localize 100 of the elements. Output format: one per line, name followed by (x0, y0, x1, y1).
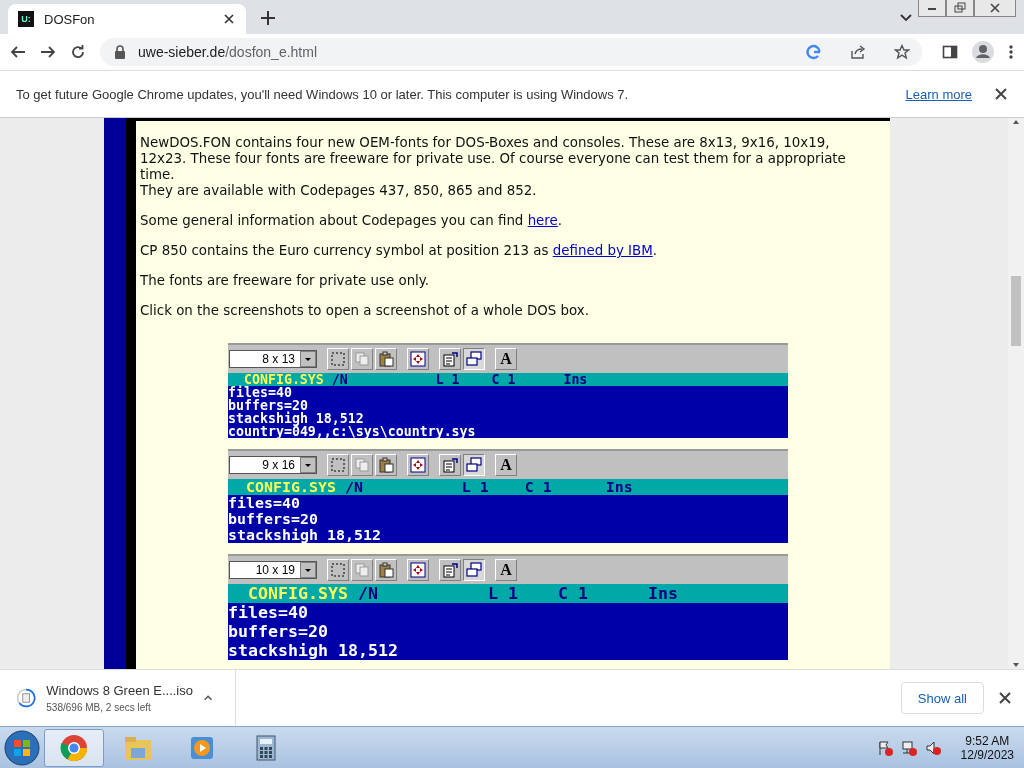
dropdown-arrow-icon (304, 356, 312, 362)
restore-button[interactable] (946, 0, 974, 17)
properties-icon (442, 562, 458, 578)
paste-button[interactable] (375, 348, 397, 370)
background-button[interactable] (463, 348, 485, 370)
windows-stack-icon (466, 351, 482, 367)
download-progress-icon (16, 686, 37, 710)
clipboard-icon (378, 457, 394, 473)
config-line: files=40 (228, 495, 301, 511)
config-line: files=40 (228, 603, 309, 622)
scrollbar-thumb[interactable] (1011, 276, 1021, 346)
close-icon[interactable] (998, 691, 1012, 705)
config-line: stackshigh 18,512 (228, 641, 399, 660)
four-arrows-icon (410, 351, 426, 367)
background-button[interactable] (463, 559, 485, 581)
paragraph: Click on the screenshots to open a screenshot of a whole DOS box. (140, 303, 591, 319)
font-button[interactable]: A (495, 559, 517, 581)
paragraph: NewDOS.FON contains four new OEM-fonts for DOS-Boxes and consoles. These are 8x13, 9x16, 10x19, 12x23. These four fonts are freeware for private use. Of course everyone can test them for a appropriate time. (140, 135, 847, 183)
restore-icon (953, 2, 967, 14)
close-window-button[interactable] (974, 0, 1016, 17)
learn-more-link[interactable]: Learn more (905, 86, 972, 102)
copy-button[interactable] (351, 454, 373, 476)
font-button[interactable]: A (495, 454, 517, 476)
font-size-dropdown[interactable]: 8 x 13 (229, 350, 317, 368)
paragraph: Some general information about Codepages you can find here. (140, 213, 564, 229)
update-notice: To get future Google Chrome updates, you'll need Windows 10 or later. This computer is using Windows 7. (16, 86, 630, 102)
config-line: stackshigh 18,512 (228, 527, 382, 543)
reload-icon[interactable] (70, 44, 86, 60)
close-icon[interactable] (222, 12, 236, 26)
speaker-muted-icon[interactable] (924, 739, 941, 756)
browser-tab[interactable]: U: DOSFon (8, 4, 246, 34)
dropdown-arrow-icon (304, 462, 312, 468)
four-arrows-icon (410, 457, 426, 473)
properties-button[interactable] (439, 454, 461, 476)
mark-button[interactable] (327, 348, 349, 370)
font-size-dropdown[interactable]: 9 x 16 (229, 456, 317, 474)
star-icon[interactable] (894, 44, 910, 60)
side-panel-icon[interactable] (942, 44, 958, 60)
config-line: buffers=20 (228, 511, 319, 527)
fullscreen-button[interactable] (407, 348, 429, 370)
fullscreen-button[interactable] (407, 559, 429, 581)
properties-icon (442, 457, 458, 473)
config-line: country=049,,c:\sys\country.sys (228, 425, 477, 438)
properties-button[interactable] (439, 559, 461, 581)
taskbar-app[interactable] (44, 728, 104, 767)
copy-icon (354, 457, 370, 473)
more-menu-icon[interactable] (1008, 44, 1014, 60)
mark-button[interactable] (327, 559, 349, 581)
lock-icon (112, 44, 128, 60)
profile-avatar-icon[interactable] (972, 41, 994, 63)
scrollbar[interactable] (1008, 118, 1024, 669)
forward-arrow-icon[interactable] (40, 44, 56, 60)
clipboard-icon (378, 562, 394, 578)
properties-icon (442, 351, 458, 367)
mark-button[interactable] (327, 454, 349, 476)
paste-button[interactable] (375, 559, 397, 581)
clipboard-icon (378, 351, 394, 367)
config-line: files=40 (228, 386, 292, 399)
properties-button[interactable] (439, 348, 461, 370)
text-link[interactable]: here (527, 213, 558, 228)
copy-icon (354, 351, 370, 367)
close-icon[interactable] (994, 87, 1008, 101)
dashed-rectangle-icon (330, 351, 346, 367)
start-button-icon[interactable] (4, 729, 40, 766)
minimize-button[interactable] (918, 0, 946, 17)
windows-stack-icon (466, 562, 482, 578)
show-all-button[interactable]: Show all (900, 682, 984, 714)
text-link[interactable]: defined by IBM (552, 243, 653, 258)
dropdown-arrow-icon (304, 567, 312, 573)
paragraph: They are available with Codepages 437, 850, 865 and 852. (140, 183, 538, 199)
copy-button[interactable] (351, 559, 373, 581)
dos-screen[interactable]: CONFIG.SYS /N L 1 C 1 Ins files=40 buffers=20 stackshigh 18,512 country=049,,c:\sys\country.sys (228, 373, 788, 438)
paragraph: The fonts are freeware for private use only. (140, 273, 431, 289)
copy-icon (354, 562, 370, 578)
config-line: stackshigh 18,512 (228, 412, 365, 425)
share-icon[interactable] (850, 44, 866, 60)
background-button[interactable] (463, 454, 485, 476)
paragraph: CP 850 contains the Euro currency symbol at position 213 as defined by IBM. (140, 243, 659, 259)
action-center-flag-icon[interactable] (876, 739, 893, 756)
config-line: buffers=20 (228, 399, 309, 412)
config-line: buffers=20 (228, 622, 329, 641)
four-arrows-icon (410, 562, 426, 578)
network-icon[interactable] (900, 739, 917, 756)
dashed-rectangle-icon (330, 457, 346, 473)
back-arrow-icon[interactable] (10, 44, 26, 60)
fullscreen-button[interactable] (407, 454, 429, 476)
chrome-icon[interactable] (60, 733, 88, 762)
system-clock[interactable]: 9:52 AM 12/9/2023 (960, 733, 1014, 762)
windows-stack-icon (466, 457, 482, 473)
close-icon (988, 2, 1002, 14)
address-bar[interactable]: uwe-sieber.de/dosfon_e.html (100, 38, 922, 66)
paste-button[interactable] (375, 454, 397, 476)
font-button[interactable]: A (495, 348, 517, 370)
dashed-rectangle-icon (330, 562, 346, 578)
dos-screen[interactable]: CONFIG.SYS /N L 1 C 1 Ins files=40 buffers=20 stackshigh 18,512 (228, 584, 788, 660)
copy-button[interactable] (351, 348, 373, 370)
plus-icon[interactable] (260, 10, 276, 26)
site-favicon: U: (18, 11, 34, 27)
dos-screen[interactable]: CONFIG.SYS /N L 1 C 1 Ins files=40 buffers=20 stackshigh 18,512 (228, 479, 788, 543)
font-size-dropdown[interactable]: 10 x 19 (229, 561, 317, 579)
